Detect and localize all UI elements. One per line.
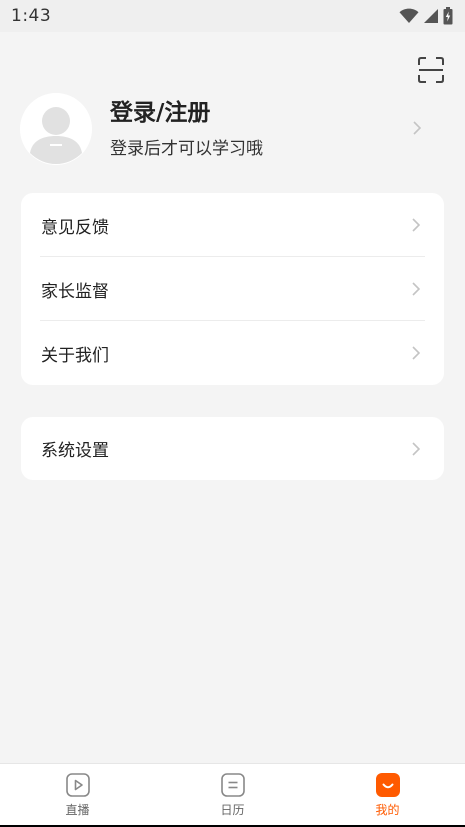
chevron-right-icon: [412, 218, 420, 232]
tab-label: 直播: [65, 803, 90, 817]
menu-item-label: 系统设置: [41, 441, 109, 461]
smile-icon: [375, 773, 400, 797]
scan-button[interactable]: [418, 57, 444, 83]
menu-item-label: 家长监督: [41, 281, 109, 302]
tab-mine[interactable]: 我的: [310, 764, 465, 827]
login-profile-row[interactable]: 登录/注册 登录后才可以学习哦: [20, 92, 445, 166]
cell-signal-icon: [424, 9, 438, 23]
settings-card: 系统设置: [21, 417, 444, 480]
system-icons: [399, 7, 453, 25]
tab-label: 日历: [220, 803, 245, 817]
login-register-title: 登录/注册: [110, 100, 211, 126]
bottom-tab-bar: 直播 日历 我的: [0, 763, 465, 827]
tab-label: 我的: [375, 803, 400, 817]
profile-text: 登录/注册 登录后才可以学习哦: [110, 98, 263, 160]
menu-item-system-settings[interactable]: 系统设置: [21, 417, 444, 480]
scan-icon: [418, 57, 444, 83]
chevron-right-icon: [412, 441, 420, 456]
tab-calendar[interactable]: 日历: [155, 764, 310, 827]
calendar-icon: [220, 773, 245, 797]
menu-item-about-us[interactable]: 关于我们: [21, 321, 444, 385]
default-avatar-icon: [20, 93, 92, 165]
chevron-right-icon: [412, 282, 420, 296]
wifi-icon: [399, 8, 419, 23]
status-time: 1:43: [11, 6, 52, 26]
battery-icon: [443, 7, 453, 25]
avatar: [20, 93, 92, 165]
play-icon: [65, 773, 90, 797]
login-hint: 登录后才可以学习哦: [110, 139, 263, 159]
menu-item-parental-supervision[interactable]: 家长监督: [21, 257, 444, 321]
tab-live[interactable]: 直播: [0, 764, 155, 827]
menu-card: 意见反馈 家长监督 关于我们: [21, 193, 444, 385]
menu-item-feedback[interactable]: 意见反馈: [21, 193, 444, 257]
status-bar: 1:43: [0, 0, 465, 32]
menu-item-label: 意见反馈: [41, 217, 109, 238]
menu-item-label: 关于我们: [41, 345, 109, 366]
chevron-right-icon: [412, 346, 420, 360]
chevron-right-icon: [413, 121, 421, 135]
